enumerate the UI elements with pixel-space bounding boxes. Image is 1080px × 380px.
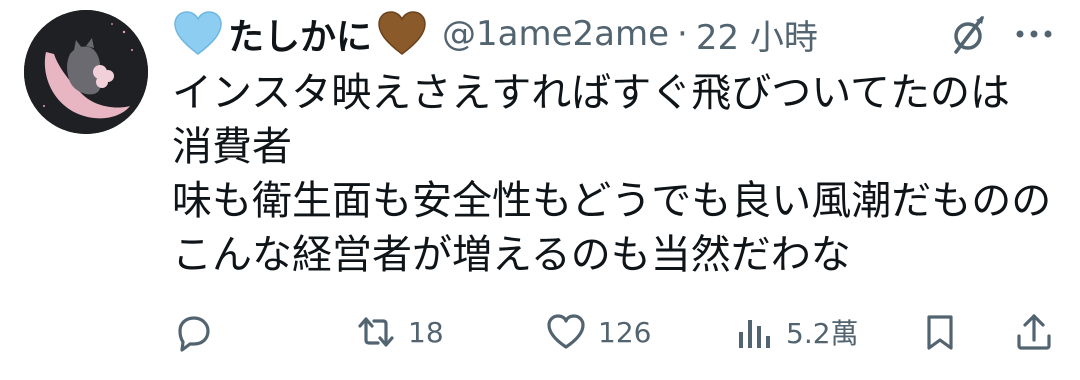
tweet-text-line: 消費者 (172, 124, 292, 170)
author-handle[interactable]: @1ame2ame (442, 14, 669, 54)
views-button[interactable]: 5.2萬 (734, 306, 859, 358)
bookmark-icon (927, 315, 953, 350)
retweet-icon (358, 317, 394, 347)
grok-icon[interactable] (948, 12, 988, 56)
retweet-count: 18 (408, 315, 444, 349)
tweet-text-line: インスタ映えさえすればすぐ飛びついてたのは (172, 70, 1010, 116)
timestamp[interactable]: 22 小時 (696, 10, 818, 59)
heart-icon (547, 314, 585, 349)
retweet-button[interactable]: 18 (356, 306, 444, 358)
reply-icon (178, 316, 210, 352)
share-button[interactable] (1014, 306, 1054, 358)
light-blue-heart-icon (174, 11, 222, 55)
share-icon (1017, 314, 1051, 350)
tweet-actions: 18 126 5.2萬 (168, 306, 1060, 358)
like-count: 126 (598, 315, 652, 349)
bookmark-button[interactable] (920, 306, 960, 358)
tweet-text-line: 味も衛生面も安全性もどうでも良い風潮だものの (172, 178, 1052, 224)
avatar[interactable] (24, 10, 148, 134)
more-options-icon[interactable] (1010, 18, 1058, 50)
tweet-text: インスタ映えさえすればすぐ飛びついてたのは 消費者 味も衛生面も安全性もどうでも… (172, 66, 1062, 282)
separator-dot: · (677, 14, 688, 54)
tweet-text-line: こんな経営者が増えるのも当然だわな (172, 232, 851, 278)
tweet-header: たしかに @1ame2ame · 22 小時 (172, 6, 818, 62)
reply-button[interactable] (172, 306, 212, 358)
like-button[interactable]: 126 (546, 306, 651, 358)
brown-heart-icon (378, 11, 426, 55)
author-name[interactable]: たしかに (228, 8, 372, 60)
bar-chart-icon (739, 320, 770, 348)
views-count: 5.2萬 (786, 317, 859, 350)
avatar-image (24, 10, 148, 134)
